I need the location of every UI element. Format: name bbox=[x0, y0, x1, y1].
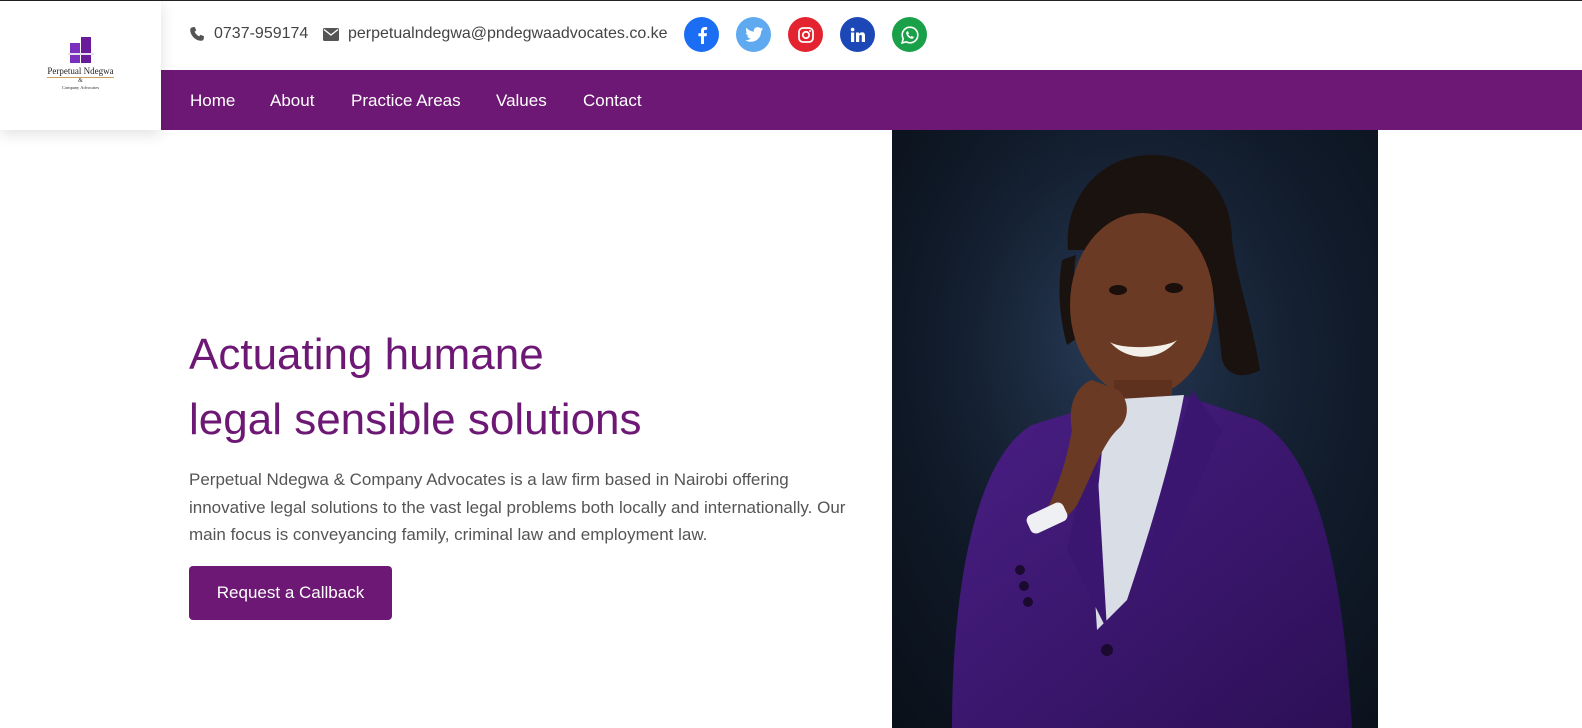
email-link[interactable]: perpetualndegwa@pndegwaadvocates.co.ke bbox=[323, 25, 668, 43]
logo[interactable]: Perpetual Ndegwa & Company Advocates bbox=[0, 1, 161, 130]
phone-link[interactable]: 0737-959174 bbox=[189, 25, 308, 43]
logo-subtitle: Company Advocates bbox=[61, 84, 100, 90]
contact-bar: 0737-959174 perpetualndegwa@pndegwaadvoc… bbox=[161, 1, 1582, 70]
nav-home[interactable]: Home bbox=[190, 91, 235, 111]
main-nav: Home About Practice Areas Values Contact bbox=[161, 70, 1582, 130]
instagram-icon bbox=[797, 26, 814, 43]
email-address: perpetualndegwa@pndegwaadvocates.co.ke bbox=[348, 25, 668, 42]
logo-name: Perpetual Ndegwa bbox=[47, 65, 114, 78]
logo-mark bbox=[67, 35, 94, 65]
twitter-icon bbox=[744, 27, 763, 42]
nav-contact[interactable]: Contact bbox=[583, 91, 642, 111]
request-callback-button[interactable]: Request a Callback bbox=[189, 566, 392, 620]
phone-number: 0737-959174 bbox=[214, 25, 309, 42]
facebook-icon bbox=[697, 26, 707, 44]
logo-amp: & bbox=[78, 77, 83, 84]
hero-title: Actuating humane legal sensible solution… bbox=[189, 322, 642, 452]
portrait-illustration bbox=[892, 130, 1378, 728]
twitter-button[interactable] bbox=[736, 17, 771, 52]
facebook-button[interactable] bbox=[684, 17, 719, 52]
whatsapp-icon bbox=[900, 25, 919, 44]
phone-icon bbox=[190, 27, 204, 41]
instagram-button[interactable] bbox=[788, 17, 823, 52]
linkedin-icon bbox=[850, 27, 865, 42]
portrait-photo bbox=[892, 130, 1378, 728]
nav-practice-areas[interactable]: Practice Areas bbox=[351, 91, 461, 111]
hero-title-line-2: legal sensible solutions bbox=[189, 395, 642, 444]
linkedin-button[interactable] bbox=[840, 17, 875, 52]
envelope-icon bbox=[323, 27, 339, 41]
whatsapp-button[interactable] bbox=[892, 17, 927, 52]
hero-description: Perpetual Ndegwa & Company Advocates is … bbox=[189, 470, 846, 544]
hero-title-line-1: Actuating humane bbox=[189, 330, 544, 379]
nav-values[interactable]: Values bbox=[496, 91, 547, 111]
nav-about[interactable]: About bbox=[270, 91, 314, 111]
